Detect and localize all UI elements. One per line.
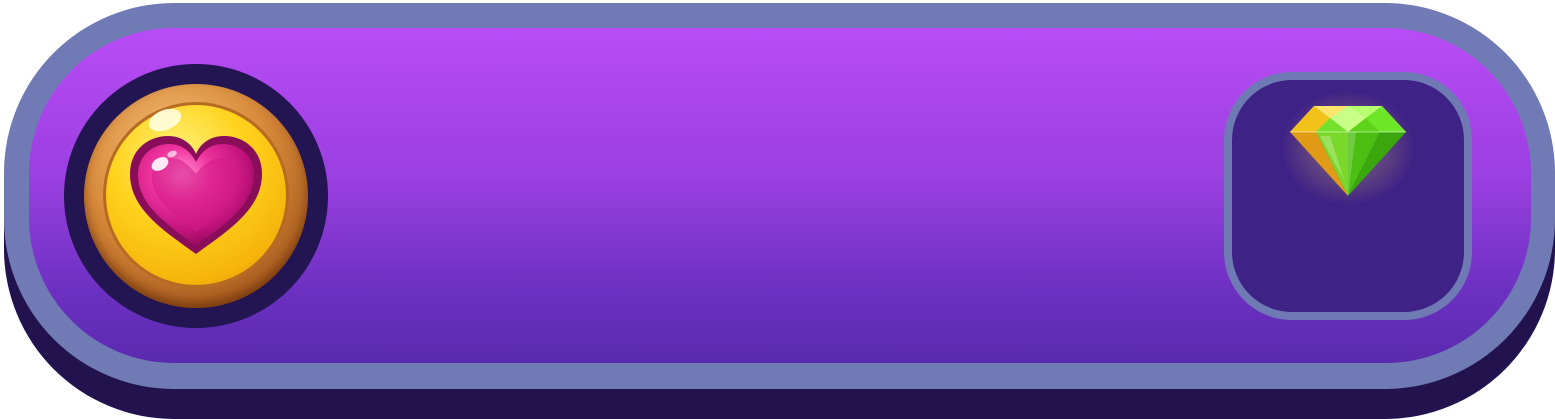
resource-bar <box>0 0 1555 419</box>
heart-icon <box>130 136 262 254</box>
green-gem-icon <box>1290 106 1406 196</box>
